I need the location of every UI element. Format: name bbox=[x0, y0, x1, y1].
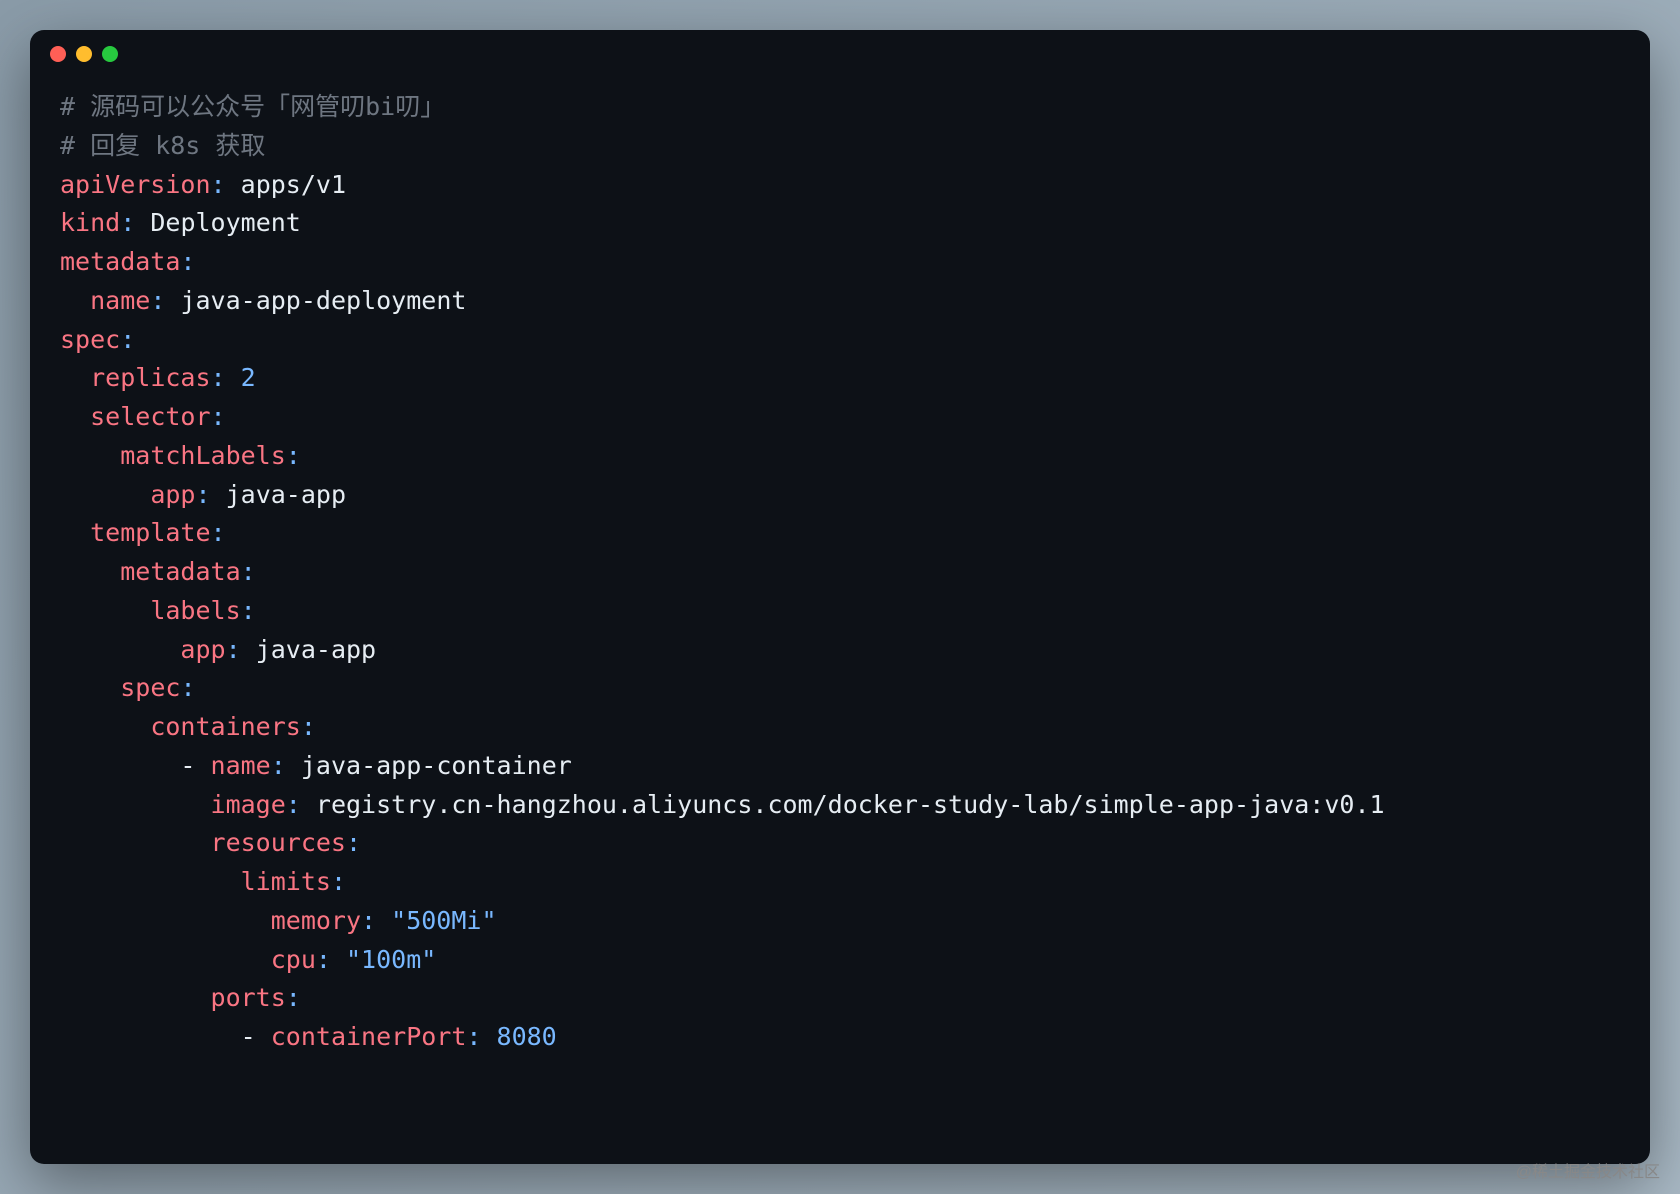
yaml-value: java-app-container bbox=[301, 751, 572, 780]
code-content: # 源码可以公众号「网管叨bi叨」 # 回复 k8s 获取 apiVersion… bbox=[30, 78, 1650, 1164]
yaml-value: registry.cn-hangzhou.aliyuncs.com/docker… bbox=[316, 790, 1385, 819]
yaml-value: Deployment bbox=[150, 208, 301, 237]
yaml-key: selector bbox=[90, 402, 210, 431]
yaml-dash: - bbox=[180, 751, 210, 780]
yaml-key: labels bbox=[150, 596, 240, 625]
yaml-key: containers bbox=[150, 712, 301, 741]
yaml-key: image bbox=[211, 790, 286, 819]
yaml-key: spec bbox=[120, 673, 180, 702]
yaml-key: metadata bbox=[120, 557, 240, 586]
yaml-value: "100m" bbox=[346, 945, 436, 974]
comment-line: # 回复 k8s 获取 bbox=[60, 131, 265, 160]
comment-line: # 源码可以公众号「网管叨bi叨」 bbox=[60, 92, 445, 121]
yaml-key: ports bbox=[211, 983, 286, 1012]
yaml-dash: - bbox=[241, 1022, 271, 1051]
yaml-value: 8080 bbox=[497, 1022, 557, 1051]
minimize-icon[interactable] bbox=[76, 46, 92, 62]
terminal-window: # 源码可以公众号「网管叨bi叨」 # 回复 k8s 获取 apiVersion… bbox=[30, 30, 1650, 1164]
yaml-value: java-app bbox=[226, 480, 346, 509]
yaml-key: name bbox=[211, 751, 271, 780]
yaml-key: containerPort bbox=[271, 1022, 467, 1051]
yaml-key: resources bbox=[211, 828, 346, 857]
yaml-key: metadata bbox=[60, 247, 180, 276]
yaml-key: apiVersion bbox=[60, 170, 211, 199]
watermark: @稀土掘金技术社区 bbox=[1516, 1158, 1660, 1182]
yaml-key: cpu bbox=[271, 945, 316, 974]
yaml-key: app bbox=[150, 480, 195, 509]
yaml-value: java-app bbox=[256, 635, 376, 664]
yaml-value: "500Mi" bbox=[391, 906, 496, 935]
yaml-key: limits bbox=[241, 867, 331, 896]
yaml-key: template bbox=[90, 518, 210, 547]
yaml-key: spec bbox=[60, 325, 120, 354]
yaml-key: memory bbox=[271, 906, 361, 935]
titlebar bbox=[30, 30, 1650, 78]
yaml-key: app bbox=[180, 635, 225, 664]
yaml-value: apps/v1 bbox=[241, 170, 346, 199]
maximize-icon[interactable] bbox=[102, 46, 118, 62]
yaml-key: kind bbox=[60, 208, 120, 237]
yaml-key: replicas bbox=[90, 363, 210, 392]
yaml-key: name bbox=[90, 286, 150, 315]
yaml-key: matchLabels bbox=[120, 441, 286, 470]
yaml-value: java-app-deployment bbox=[180, 286, 466, 315]
yaml-value: 2 bbox=[241, 363, 256, 392]
close-icon[interactable] bbox=[50, 46, 66, 62]
